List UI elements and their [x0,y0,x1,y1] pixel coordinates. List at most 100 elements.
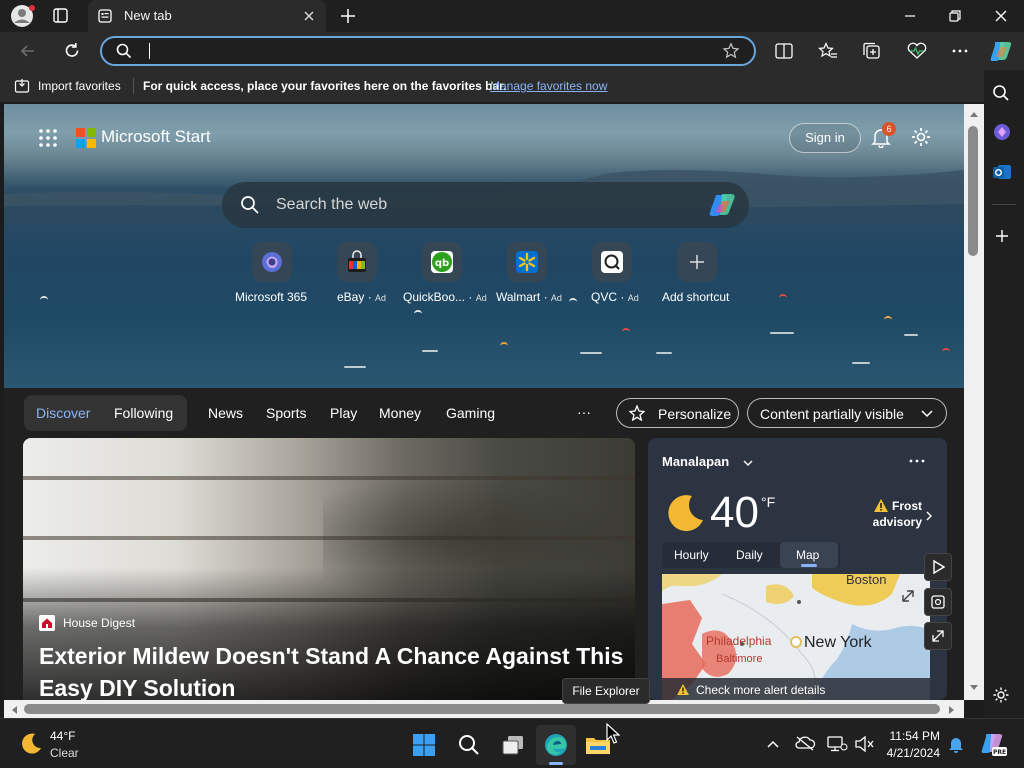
profile-avatar[interactable] [8,4,36,28]
vertical-scrollbar[interactable] [964,104,984,700]
outlook-icon[interactable] [992,162,1012,182]
add-app-plus-icon[interactable] [993,227,1011,245]
taskbar-clock-time[interactable]: 11:54 PM [886,729,940,743]
weather-tab-daily[interactable]: Daily [736,548,763,562]
shortcut-microsoft-365[interactable] [252,242,292,282]
copilot-icon[interactable] [708,191,738,219]
split-screen-icon[interactable] [774,42,794,60]
shortcut-label-qvc: QVC · Ad [591,290,639,304]
weather-more-icon[interactable] [908,456,926,466]
favorites-icon[interactable] [818,42,838,60]
walmart-spark-icon [515,250,539,274]
favorite-star-icon[interactable] [722,42,740,60]
add-shortcut-button[interactable] [677,242,717,282]
scroll-down-arrow-icon[interactable] [969,684,979,692]
shortcut-walmart[interactable] [507,242,547,282]
featured-story-card[interactable]: House Digest Exterior Mildew Doesn't Sta… [23,438,635,700]
story-title[interactable]: Exterior Mildew Doesn't Stand A Chance A… [39,640,629,700]
tab-play[interactable]: Play [330,405,357,421]
app-launcher-icon[interactable] [38,128,58,148]
sidebar-divider [992,204,1016,205]
content-visibility-dropdown[interactable]: Content partially visible [747,398,947,428]
copilot-icon[interactable] [988,38,1014,64]
vertical-scroll-thumb[interactable] [968,126,978,256]
brand-title: Microsoft Start [101,127,211,146]
sidebar-settings-gear-icon[interactable] [992,686,1010,704]
map-label-baltimore: Baltimore [716,653,763,665]
manage-favorites-link[interactable]: Manage favorites now [490,79,607,93]
personalize-button[interactable]: Personalize [616,398,739,428]
tab-discover[interactable]: Discover [36,405,90,421]
weather-location[interactable]: Manalapan [662,454,729,469]
restore-icon[interactable] [946,8,964,24]
volume-muted-icon[interactable] [854,735,876,753]
fullscreen-icon[interactable] [924,622,952,650]
back-arrow-icon[interactable] [18,41,38,61]
task-view-icon[interactable] [500,733,526,757]
windows-start-icon[interactable] [412,733,436,757]
play-icon[interactable] [924,553,952,581]
sidebar-search-icon[interactable] [992,84,1010,102]
taskbar-edge-button[interactable] [536,725,576,765]
scroll-up-arrow-icon[interactable] [969,110,979,118]
page-settings-gear-icon[interactable] [910,126,932,148]
copilot-pre-icon[interactable]: PRE [980,731,1008,757]
address-bar[interactable] [100,36,756,66]
tab-news[interactable]: News [208,405,243,421]
scroll-right-arrow-icon[interactable] [948,705,956,715]
more-menu-icon[interactable] [950,42,970,60]
import-favorites-link[interactable]: Import favorites [38,79,121,93]
tab-title: New tab [124,8,172,23]
horizontal-scroll-thumb[interactable] [24,704,940,714]
refresh-icon[interactable] [62,41,82,61]
tab-sports[interactable]: Sports [266,405,306,421]
map-expand-icon[interactable] [896,584,920,608]
new-tab-page-icon [98,9,112,23]
minimize-icon[interactable] [900,8,920,24]
check-alert-details-bar[interactable]: Check more alert details [662,678,930,700]
taskbar-moon-icon[interactable] [18,731,44,757]
weather-tab-hourly[interactable]: Hourly [674,548,709,562]
shortcut-quickbooks[interactable]: qb [422,242,462,282]
taskbar-weather-condition[interactable]: Clear [50,746,79,760]
taskbar-weather-temp[interactable]: 44°F [50,729,75,743]
weather-alert-map[interactable]: Boston New York Philadelphia Baltimore C… [662,574,930,700]
weather-tab-map-active[interactable]: Map [780,542,838,568]
show-hidden-icons-chevron-icon[interactable] [766,739,780,749]
horizontal-scrollbar[interactable] [4,700,964,718]
boat-wake [770,332,794,334]
tab-new-tab[interactable]: New tab [88,0,326,32]
notification-bell-icon[interactable] [948,735,964,753]
onedrive-cloud-icon[interactable] [794,735,816,751]
ebay-bag-icon [345,250,369,274]
taskbar-search-icon[interactable] [457,733,481,757]
sidebar-copilot-icon[interactable] [992,122,1012,142]
chevron-down-icon[interactable] [742,458,754,468]
sign-in-button[interactable]: Sign in [789,123,861,153]
scroll-left-arrow-icon[interactable] [10,705,18,715]
new-tab-plus-icon[interactable] [338,6,358,26]
more-tabs-button[interactable]: ··· [577,404,591,420]
address-input[interactable] [146,41,706,61]
network-icon[interactable] [826,735,848,753]
tab-gaming[interactable]: Gaming [446,405,495,421]
close-window-icon[interactable] [992,8,1010,24]
web-search-box[interactable]: Search the web [222,182,749,228]
chevron-right-icon[interactable] [924,510,934,522]
close-tab-icon[interactable] [302,9,316,23]
weather-alert[interactable]: Frost advisory [870,498,922,530]
collections-icon[interactable] [862,42,882,60]
taskbar-clock-date[interactable]: 4/21/2024 [886,746,940,760]
tab-following[interactable]: Following [114,405,173,421]
image-icon[interactable] [924,588,952,616]
shortcut-ebay[interactable] [337,242,377,282]
shortcut-qvc[interactable] [592,242,632,282]
shortcut-label-walmart: Walmart · Ad [496,290,562,304]
hero-background: Microsoft Start Sign in 6 Search the web [4,104,964,388]
tab-actions-icon[interactable] [48,6,72,26]
browser-essentials-icon[interactable] [906,42,928,60]
boat-wake [656,352,672,354]
tab-money[interactable]: Money [379,405,421,421]
story-source[interactable]: House Digest [63,616,135,630]
plus-icon [687,252,707,272]
